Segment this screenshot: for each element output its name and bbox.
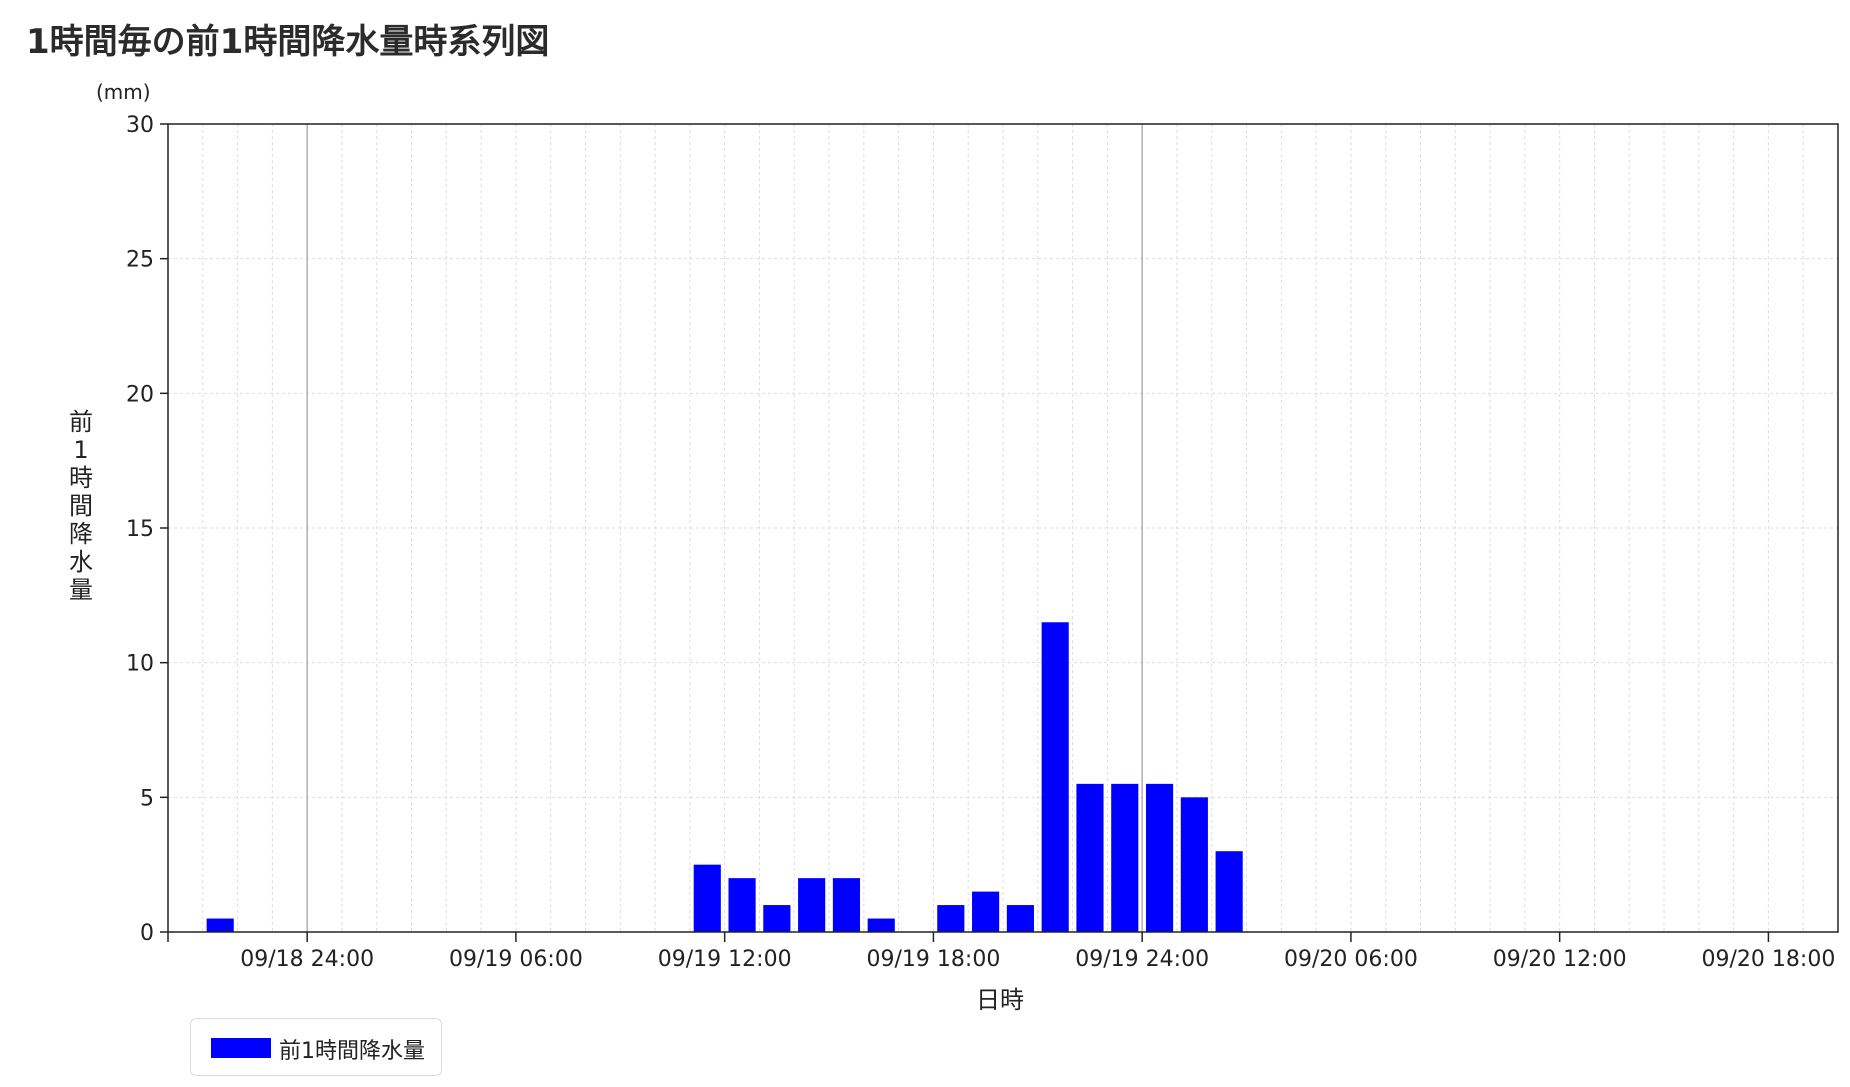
- bar: [798, 878, 826, 932]
- y-tick-label: 0: [140, 921, 154, 946]
- y-tick-label: 25: [126, 248, 154, 273]
- x-tick-label: 09/19 18:00: [867, 947, 1001, 972]
- bar: [1041, 622, 1069, 932]
- chart: 0 5 10 15 20 25 30 09/18 24:00 09/19 06:00 09/19 …: [126, 113, 1839, 972]
- x-tick-label: 09/20 18:00: [1702, 947, 1836, 972]
- x-tick-label: 09/20 06:00: [1284, 947, 1418, 972]
- y-tick-label: 5: [140, 786, 154, 811]
- x-tick-label: 09/19 06:00: [449, 947, 583, 972]
- bar: [1180, 797, 1208, 932]
- bar: [1215, 851, 1243, 932]
- x-tick-label: 09/18 24:00: [240, 947, 374, 972]
- bar: [1111, 783, 1139, 932]
- y-tick-label: 10: [126, 652, 154, 677]
- y-tick-label: 15: [126, 517, 154, 542]
- bar: [832, 878, 861, 932]
- x-tick-label: 09/20 12:00: [1493, 947, 1627, 972]
- y-tick-label: 30: [126, 113, 154, 138]
- bar: [1076, 783, 1104, 932]
- bar: [867, 918, 895, 932]
- legend-label: 前1時間降水量: [279, 1039, 425, 1064]
- bar: [1145, 783, 1174, 932]
- bar: [763, 905, 791, 932]
- x-tick-label: 09/19 12:00: [658, 947, 792, 972]
- bar: [728, 878, 756, 932]
- bar: [206, 918, 234, 932]
- bar: [972, 891, 1000, 932]
- legend-swatch: [211, 1038, 271, 1058]
- bar: [693, 864, 721, 932]
- bar: [1006, 905, 1034, 932]
- legend[interactable]: 前1時間降水量: [190, 1018, 442, 1076]
- y-tick-label: 20: [126, 382, 154, 407]
- bar: [937, 905, 965, 932]
- x-tick-label: 09/19 24:00: [1075, 947, 1209, 972]
